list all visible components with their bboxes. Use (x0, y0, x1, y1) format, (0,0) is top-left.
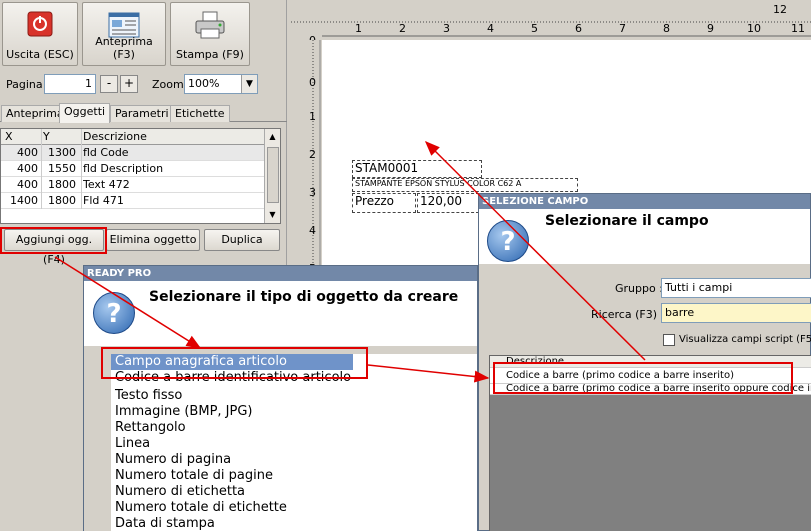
search-label: Ricerca (F3) : (591, 308, 665, 321)
zoom-label: Zoom (152, 78, 184, 91)
field-code[interactable]: STAM0001 (352, 160, 482, 178)
ruler-label: 4 (309, 224, 316, 237)
printer-icon (194, 11, 226, 42)
ruler-label: 0 (309, 76, 316, 89)
table-scrollbar[interactable]: ▲ ▼ (264, 129, 280, 223)
field-price-value[interactable]: 120,00 (417, 193, 479, 213)
ruler-label: 3 (309, 186, 316, 199)
tab-parametri[interactable]: Parametri (110, 105, 174, 122)
dialog-heading: Selezionare il tipo di oggetto da creare (149, 289, 459, 305)
exit-button[interactable]: Uscita (ESC) (2, 2, 78, 66)
cell-desc: fld Description (83, 162, 164, 175)
annotation-box (0, 227, 107, 254)
dialog-heading: Selezionare il campo (545, 213, 709, 229)
ruler-label: 4 (487, 22, 494, 35)
search-input[interactable]: barre (661, 303, 811, 323)
column-divider (81, 129, 82, 209)
tab-bar: Anteprima Oggetti Parametri Etichette (0, 103, 287, 123)
cell-y: 1800 (48, 194, 76, 207)
list-item[interactable]: Testo fisso (115, 388, 182, 404)
dialog-titlebar: SELEZIONE CAMPO (479, 194, 810, 209)
page-label: Pagina (6, 78, 43, 91)
object-type-dialog: READY PRO ? Selezionare il tipo di ogget… (83, 265, 478, 531)
scroll-up-icon[interactable]: ▲ (265, 129, 280, 145)
dialog-titlebar: READY PRO (84, 266, 477, 281)
object-type-list[interactable]: Campo anagrafica articolo Codice a barre… (111, 354, 477, 531)
field-description[interactable]: STAMPANTE EPSON STYLUS COLOR C62 A (352, 178, 578, 192)
field-price-label[interactable]: Prezzo (352, 193, 416, 213)
list-item[interactable]: Data di stampa (115, 516, 215, 531)
column-divider (41, 129, 42, 209)
scroll-thumb[interactable] (267, 147, 279, 203)
ruler-label: 9 (707, 22, 714, 35)
ruler-label: 8 (663, 22, 670, 35)
ruler-ticks (291, 21, 811, 37)
zoom-value: 100% (188, 77, 220, 90)
page-input[interactable]: 1 (44, 74, 96, 94)
objects-table: X Y Descrizione 400 1300 fld Code 400 15… (0, 128, 281, 224)
ruler-label: 7 (619, 22, 626, 35)
ruler-label: 3 (443, 22, 450, 35)
list-item[interactable]: Numero di pagina (115, 452, 231, 468)
ruler-label: 12 (773, 3, 787, 16)
duplicate-button[interactable]: Duplica (204, 229, 280, 251)
scroll-down-icon[interactable]: ▼ (265, 207, 280, 223)
list-item[interactable]: Numero totale di pagine (115, 468, 273, 484)
cell-y: 1550 (48, 162, 76, 175)
tab-oggetti[interactable]: Oggetti (59, 103, 111, 123)
column-header-x[interactable]: X (5, 129, 13, 145)
page-minus-button[interactable]: - (100, 75, 118, 93)
ruler-label: 10 (747, 22, 761, 35)
ruler-label: 1 (309, 110, 316, 123)
script-fields-checkbox[interactable] (663, 334, 675, 346)
print-button[interactable]: Stampa (F9) (170, 2, 250, 66)
zoom-select[interactable]: 100% ▼ (184, 74, 258, 94)
delete-object-button[interactable]: Elimina oggetto (106, 229, 200, 251)
power-icon (27, 11, 53, 40)
column-header-y[interactable]: Y (43, 129, 50, 145)
list-item[interactable]: Immagine (BMP, JPG) (115, 404, 253, 420)
horizontal-ruler: 0 1 2 3 4 5 6 7 8 9 10 11 12 (291, 0, 811, 47)
ruler-label: 6 (575, 22, 582, 35)
cell-desc: Fld 471 (83, 194, 124, 207)
exit-label: Uscita (ESC) (6, 48, 74, 61)
cell-y: 1800 (48, 178, 76, 191)
list-item[interactable]: Linea (115, 436, 150, 452)
annotation-box (101, 347, 368, 379)
checkbox-label: Visualizza campi script (F5 (679, 334, 811, 345)
group-select[interactable]: Tutti i campi (661, 278, 811, 298)
ruler-label: 11 (791, 22, 805, 35)
question-icon: ? (487, 220, 529, 262)
preview-button[interactable]: Anteprima (F3) (82, 2, 166, 66)
annotation-box (493, 362, 793, 394)
page-zoom-bar: Pagina 1 - + Zoom 100% ▼ (4, 74, 284, 96)
chevron-down-icon[interactable]: ▼ (241, 75, 257, 93)
cell-y: 1300 (48, 146, 76, 159)
list-item[interactable]: Numero di etichetta (115, 484, 245, 500)
question-icon: ? (93, 292, 135, 334)
ruler-label: 2 (309, 148, 316, 161)
cell-x: 1400 (10, 194, 38, 207)
page-plus-button[interactable]: + (120, 75, 138, 93)
list-item[interactable]: Rettangolo (115, 420, 186, 436)
cell-x: 400 (17, 146, 38, 159)
list-item[interactable]: Numero totale di etichette (115, 500, 287, 516)
group-label: Gruppo : (615, 282, 663, 295)
cell-desc: fld Code (83, 146, 129, 159)
tab-etichette[interactable]: Etichette (170, 105, 230, 122)
preview-label: Anteprima (F3) (95, 35, 153, 61)
cell-desc: Text 472 (83, 178, 130, 191)
column-header-descrizione[interactable]: Descrizione (83, 129, 147, 145)
print-label: Stampa (F9) (176, 48, 244, 61)
ruler-label: 2 (399, 22, 406, 35)
cell-x: 400 (17, 162, 38, 175)
cell-x: 400 (17, 178, 38, 191)
ruler-label: 1 (355, 22, 362, 35)
ruler-label: 5 (531, 22, 538, 35)
